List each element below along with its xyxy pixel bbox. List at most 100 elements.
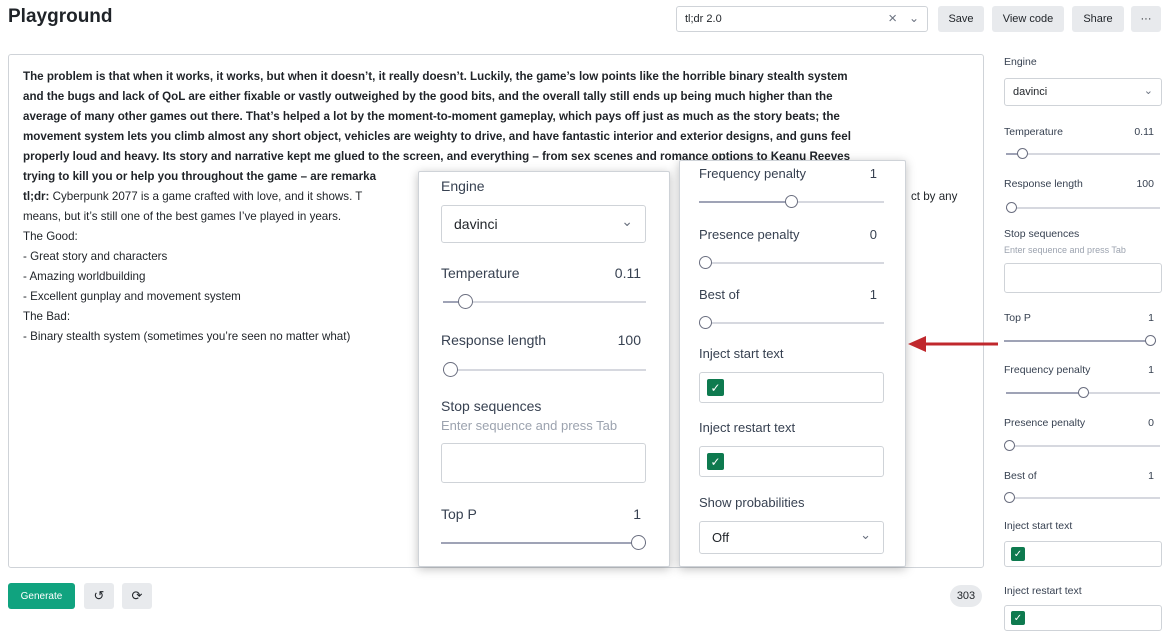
undo-icon[interactable]: ↺: [84, 583, 114, 609]
inject-start-checkbox[interactable]: ✓: [707, 379, 724, 396]
inject-restart-label: Inject restart text: [699, 420, 796, 435]
slider-fill: [441, 542, 646, 544]
prompt-line: and the bugs and lack of QoL are either …: [23, 90, 833, 103]
inject-restart-checkbox[interactable]: ✓: [1011, 611, 1025, 625]
slider-thumb[interactable]: [1006, 202, 1017, 213]
best-of-label: Best of: [1004, 470, 1037, 482]
slider-fill: [699, 201, 792, 203]
response-length-value: 100: [1136, 178, 1154, 190]
slider-thumb[interactable]: [1004, 440, 1015, 451]
regenerate-icon[interactable]: ⟳: [122, 583, 152, 609]
stop-sequences-hint: Enter sequence and press Tab: [441, 418, 618, 433]
top-p-value: 1: [633, 506, 641, 522]
response-length-slider[interactable]: [1006, 202, 1160, 213]
engine-value: davinci: [454, 216, 498, 232]
best-of-value: 1: [869, 287, 877, 302]
prompt-line: movement system lets you climb almost an…: [23, 130, 851, 143]
prompt-line: The problem is that when it works, it wo…: [23, 70, 848, 83]
frequency-penalty-label: Frequency penalty: [699, 166, 806, 181]
prompt-line: average of many other games out there. T…: [23, 110, 840, 123]
slider-thumb[interactable]: [443, 362, 458, 377]
presence-penalty-label: Presence penalty: [1004, 417, 1086, 429]
best-of-value: 1: [1148, 470, 1154, 482]
engine-select[interactable]: davinci ⌄: [1004, 78, 1162, 106]
slider-thumb[interactable]: [1004, 492, 1015, 503]
top-p-value: 1: [1148, 312, 1154, 324]
temperature-value: 0.11: [614, 265, 641, 281]
view-code-button[interactable]: View code: [992, 6, 1064, 32]
temperature-label: Temperature: [441, 265, 520, 281]
inject-start-label: Inject start text: [1004, 520, 1073, 532]
best-of-slider[interactable]: [699, 316, 884, 329]
show-probabilities-value: Off: [712, 530, 730, 545]
inject-restart-field[interactable]: ✓: [1004, 605, 1162, 631]
stop-sequences-label: Stop sequences: [1004, 228, 1080, 240]
chevron-down-icon: ⌄: [908, 11, 919, 25]
response-length-slider[interactable]: [443, 362, 646, 377]
engine-label: Engine: [1004, 56, 1037, 68]
completion-text-tail: ct by any: [911, 190, 958, 203]
tldr-label: tl;dr:: [23, 190, 50, 203]
inject-start-field[interactable]: ✓: [1004, 541, 1162, 567]
slider-fill: [1006, 392, 1083, 394]
temperature-slider[interactable]: [443, 294, 646, 309]
inject-restart-field[interactable]: ✓: [699, 446, 884, 477]
share-button[interactable]: Share: [1072, 6, 1124, 32]
inject-restart-label: Inject restart text: [1004, 585, 1082, 597]
best-of-slider[interactable]: [1004, 492, 1160, 503]
generate-button[interactable]: Generate: [8, 583, 75, 609]
inject-start-label: Inject start text: [699, 346, 784, 361]
clear-icon[interactable]: ×: [888, 10, 897, 27]
slider-fill: [1004, 340, 1156, 342]
inject-restart-checkbox[interactable]: ✓: [707, 453, 724, 470]
slider-thumb[interactable]: [785, 195, 798, 208]
presence-penalty-slider[interactable]: [1004, 440, 1160, 451]
annotation-arrow-icon: [908, 336, 998, 352]
slider-thumb[interactable]: [699, 256, 712, 269]
presence-penalty-value: 0: [1148, 417, 1154, 429]
slider-thumb[interactable]: [699, 316, 712, 329]
stop-sequences-hint: Enter sequence and press Tab: [1004, 245, 1126, 255]
preset-value: tl;dr 2.0: [685, 13, 722, 25]
frequency-penalty-value: 1: [1148, 364, 1154, 376]
response-length-label: Response length: [1004, 178, 1083, 190]
top-p-label: Top P: [441, 506, 477, 522]
stop-sequences-label: Stop sequences: [441, 398, 542, 414]
frequency-penalty-slider[interactable]: [1006, 387, 1160, 398]
chevron-down-icon: ⌄: [621, 213, 633, 229]
top-p-slider[interactable]: [1004, 335, 1156, 346]
presence-penalty-value: 0: [869, 227, 877, 242]
frequency-penalty-value: 1: [869, 166, 877, 181]
slider-thumb[interactable]: [1145, 335, 1156, 346]
slider-thumb[interactable]: [457, 294, 473, 309]
engine-label: Engine: [441, 178, 485, 194]
inject-start-field[interactable]: ✓: [699, 372, 884, 403]
temperature-value: 0.11: [1134, 126, 1154, 138]
temperature-label: Temperature: [1004, 126, 1063, 138]
top-p-slider[interactable]: [441, 535, 646, 550]
zoom-panel-left: Engine davinci ⌄ Temperature 0.11 Respon…: [418, 171, 670, 567]
completion-text: Cyberpunk 2077 is a game crafted with lo…: [49, 190, 363, 203]
engine-select[interactable]: davinci ⌄: [441, 205, 646, 243]
show-probabilities-select[interactable]: Off ⌄: [699, 521, 884, 554]
more-button[interactable]: ···: [1131, 6, 1161, 32]
frequency-penalty-slider[interactable]: [699, 195, 884, 208]
stop-sequences-input[interactable]: [1004, 263, 1162, 293]
response-length-label: Response length: [441, 332, 547, 348]
stop-sequences-input[interactable]: [441, 443, 646, 483]
token-count-badge: 303: [950, 585, 982, 607]
response-length-value: 100: [617, 332, 641, 348]
preset-select[interactable]: tl;dr 2.0 × ⌄: [676, 6, 928, 32]
slider-thumb[interactable]: [631, 535, 646, 550]
presence-penalty-slider[interactable]: [699, 256, 884, 269]
save-button[interactable]: Save: [938, 6, 984, 32]
best-of-label: Best of: [699, 287, 740, 302]
presence-penalty-label: Presence penalty: [699, 227, 800, 242]
engine-value: davinci: [1013, 86, 1048, 98]
slider-thumb[interactable]: [1017, 148, 1029, 159]
slider-thumb[interactable]: [1077, 387, 1089, 398]
chevron-down-icon: ⌄: [1143, 85, 1153, 97]
temperature-slider[interactable]: [1006, 148, 1160, 159]
inject-start-checkbox[interactable]: ✓: [1011, 547, 1025, 561]
show-probabilities-label: Show probabilities: [699, 495, 805, 510]
